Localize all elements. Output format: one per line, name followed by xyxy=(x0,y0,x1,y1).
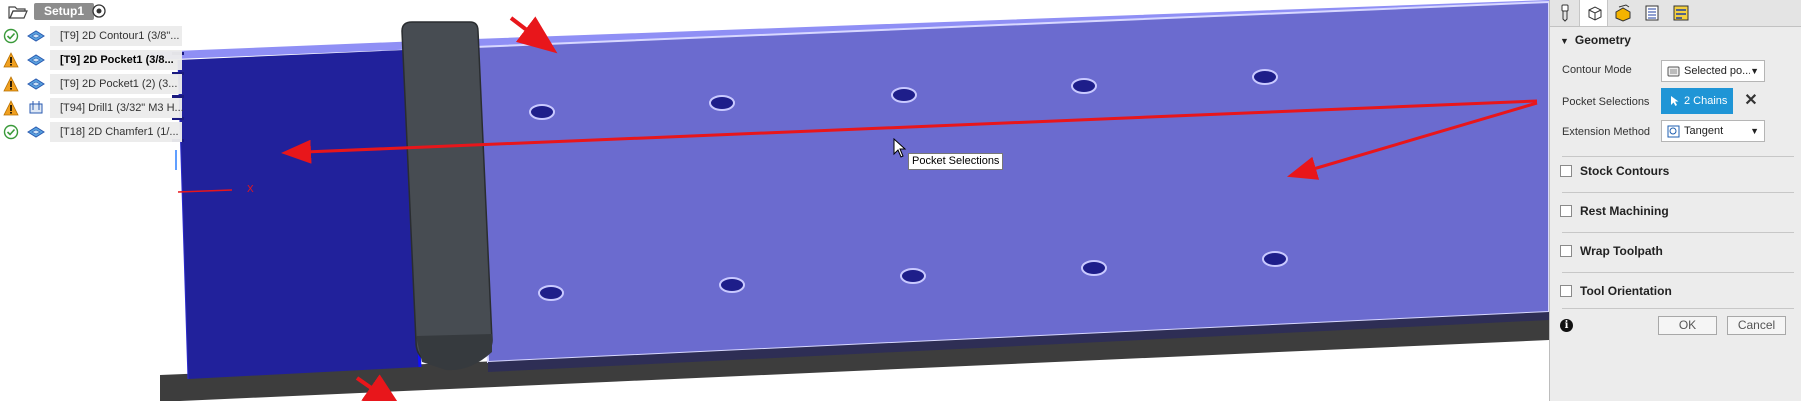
hole xyxy=(529,104,555,120)
tab-tool[interactable] xyxy=(1550,0,1579,26)
geometry-title: Geometry xyxy=(1574,33,1631,47)
operation-label: [T94] Drill1 (3/32" M3 H... xyxy=(60,102,184,114)
stock-contours-label: Stock Contours xyxy=(1580,164,1670,178)
extension-method-label: Extension Method xyxy=(1562,126,1651,138)
ok-status-icon xyxy=(3,28,19,44)
browser-header: Setup1 xyxy=(0,0,185,24)
hole xyxy=(891,87,917,103)
activate-target-icon[interactable] xyxy=(92,4,106,18)
stock-contours-checkbox[interactable] xyxy=(1560,165,1572,177)
hole xyxy=(538,285,564,301)
operation-label: [T9] 2D Pocket1 (2) (3... xyxy=(60,78,178,90)
2d-contour-icon xyxy=(27,30,45,42)
hole xyxy=(1252,69,1278,85)
mouse-cursor-icon xyxy=(893,138,907,158)
extension-method-select[interactable]: Tangent ▼ xyxy=(1661,120,1765,142)
rest-machining-label: Rest Machining xyxy=(1580,204,1669,218)
browser-tree: Setup1 [T9] 2D Contour1 (3/8"... [T9] 2D … xyxy=(0,0,185,145)
linking-icon xyxy=(1673,5,1689,21)
hole xyxy=(709,95,735,111)
hole xyxy=(1081,260,1107,276)
tab-geometry[interactable] xyxy=(1579,0,1608,26)
cancel-button[interactable]: Cancel xyxy=(1727,316,1786,335)
tool-icon xyxy=(1561,4,1569,22)
select-arrow-icon xyxy=(1671,96,1679,106)
chevron-down-icon: ▼ xyxy=(1750,66,1759,76)
rest-machining-checkbox[interactable] xyxy=(1560,205,1572,217)
tab-passes[interactable] xyxy=(1637,0,1666,26)
x-axis-label: X xyxy=(247,184,254,195)
dialog-tabs xyxy=(1550,0,1801,27)
operation-label: [T9] 2D Contour1 (3/8"... xyxy=(60,30,180,42)
tooltip: Pocket Selections xyxy=(908,153,1004,170)
pocket-floor-face xyxy=(473,0,1550,364)
contour-mode-label: Contour Mode xyxy=(1562,64,1632,76)
selected-pocket-face xyxy=(178,50,420,379)
3d-viewport[interactable]: X Pocket Selections xyxy=(0,0,1801,401)
operation-row[interactable]: [T18] 2D Chamfer1 (1/... xyxy=(0,120,185,144)
hole xyxy=(719,277,745,293)
operation-row[interactable]: [T94] Drill1 (3/32" M3 H... xyxy=(0,96,185,120)
wrap-toolpath-checkbox[interactable] xyxy=(1560,245,1572,257)
warning-icon xyxy=(3,100,19,116)
pocket-selections-label: Pocket Selections xyxy=(1562,96,1650,108)
setup-node[interactable]: Setup1 xyxy=(34,3,95,20)
operation-label: [T18] 2D Chamfer1 (1/... xyxy=(60,126,179,138)
operation-row[interactable]: [T9] 2D Contour1 (3/8"... xyxy=(0,24,185,48)
contour-mode-select[interactable]: Selected po... ▼ xyxy=(1661,60,1765,82)
tab-heights[interactable] xyxy=(1608,0,1637,26)
warning-icon xyxy=(3,76,19,92)
ok-status-icon xyxy=(3,124,19,140)
contour-mode-icon xyxy=(1667,66,1680,77)
2d-pocket-icon xyxy=(27,54,45,66)
hole xyxy=(900,268,926,284)
hole xyxy=(1071,78,1097,94)
passes-icon xyxy=(1645,5,1659,21)
operation-label: [T9] 2D Pocket1 (3/8... xyxy=(60,54,174,66)
2d-chamfer-icon xyxy=(27,126,45,138)
geometry-icon xyxy=(1588,6,1602,21)
drill-icon xyxy=(29,101,43,114)
pocket-selections-value: 2 Chains xyxy=(1684,95,1728,107)
collapse-triangle-icon: ▼ xyxy=(1560,36,1569,46)
wrap-toolpath-label: Wrap Toolpath xyxy=(1580,244,1663,258)
pocket-selections-button[interactable]: 2 Chains xyxy=(1661,88,1733,114)
ok-button[interactable]: OK xyxy=(1658,316,1717,335)
hole xyxy=(1262,251,1288,267)
2d-pocket-icon xyxy=(27,78,45,90)
tool-orientation-label: Tool Orientation xyxy=(1580,284,1672,298)
tool-orientation-checkbox[interactable] xyxy=(1560,285,1572,297)
model-scene[interactable]: X xyxy=(0,0,1801,401)
operation-row[interactable]: [T9] 2D Pocket1 (3/8... xyxy=(0,48,185,72)
chevron-down-icon: ▼ xyxy=(1750,126,1759,136)
tab-linking[interactable] xyxy=(1666,0,1695,26)
annotation-arrow xyxy=(509,16,558,54)
contour-mode-value: Selected po... xyxy=(1684,65,1750,77)
geometry-section-header[interactable]: ▼ Geometry xyxy=(1560,33,1631,47)
clamp-bar xyxy=(401,21,493,366)
folder-open-icon[interactable] xyxy=(8,4,28,20)
warning-icon xyxy=(3,52,19,68)
extension-method-value: Tangent xyxy=(1684,125,1724,137)
heights-icon xyxy=(1615,4,1631,22)
clear-selection-icon[interactable]: ✕ xyxy=(1742,91,1760,111)
tangent-icon xyxy=(1667,125,1680,138)
info-icon[interactable]: i xyxy=(1560,319,1573,332)
pocket-dialog-panel: ▼ Geometry Contour Mode Selected po... ▼ … xyxy=(1549,0,1801,401)
operation-row[interactable]: [T9] 2D Pocket1 (2) (3... xyxy=(0,72,185,96)
